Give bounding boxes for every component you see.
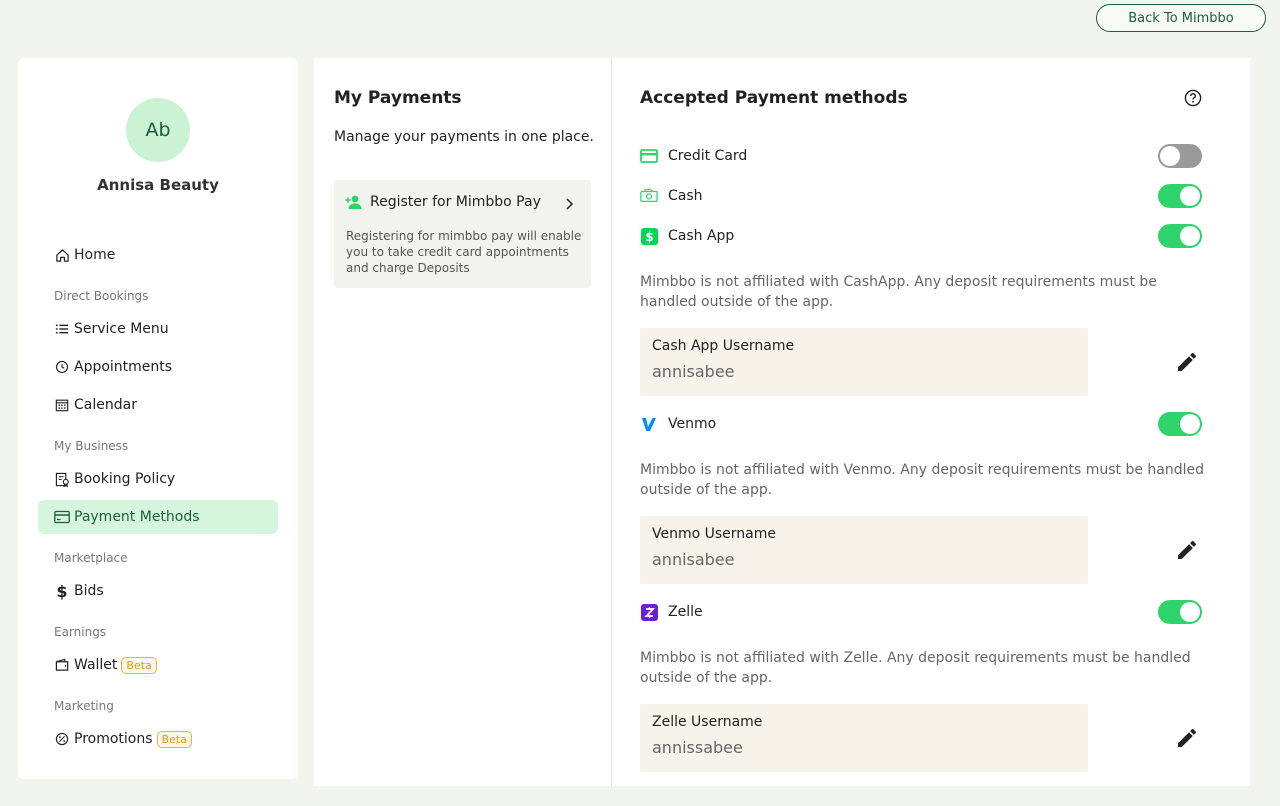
- sidebar-item-label: Service Menu: [74, 321, 169, 337]
- section-marketplace: Marketplace: [54, 551, 128, 565]
- clock-icon: [54, 359, 70, 375]
- cash-app-icon: $: [640, 227, 658, 245]
- credit-card-icon: [640, 147, 658, 165]
- venmo-username-field[interactable]: Venmo Username annisabee: [640, 516, 1088, 584]
- chevron-right-icon: [564, 196, 574, 215]
- business-name: Annisa Beauty: [97, 176, 219, 194]
- pencil-icon: [1178, 540, 1196, 559]
- sidebar-item-payment-methods[interactable]: Payment Methods: [38, 500, 278, 534]
- sidebar-item-bids[interactable]: $ Bids: [38, 574, 278, 608]
- venmo-icon: [640, 415, 658, 433]
- credit-card-icon: [54, 509, 70, 525]
- section-direct-bookings: Direct Bookings: [54, 289, 149, 303]
- register-mimbbo-pay-card[interactable]: Register for Mimbbo Pay Registering for …: [334, 180, 591, 288]
- cash-icon: [640, 187, 658, 205]
- section-marketing: Marketing: [54, 699, 114, 713]
- calendar-icon: [54, 397, 70, 413]
- pencil-icon: [1178, 352, 1196, 371]
- sidebar-item-label: Home: [74, 247, 116, 263]
- method-label: Cash: [668, 188, 703, 204]
- policy-document-icon: [54, 471, 70, 487]
- sidebar-item-wallet[interactable]: Wallet Beta: [38, 648, 278, 682]
- method-label: Zelle: [668, 604, 703, 620]
- sidebar-item-appointments[interactable]: Appointments: [38, 350, 278, 384]
- pencil-icon: [1178, 728, 1196, 747]
- accepted-methods-panel: Accepted Payment methods Credit Card Cas…: [612, 58, 1250, 786]
- register-title: Register for Mimbbo Pay: [370, 194, 541, 210]
- sidebar-item-label: Calendar: [74, 397, 137, 413]
- zelle-note: Mimbbo is not affiliated with Zelle. Any…: [640, 650, 1191, 686]
- discount-icon: [54, 731, 70, 747]
- sidebar-item-service-menu[interactable]: Service Menu: [38, 312, 278, 346]
- avatar: Ab: [126, 98, 190, 162]
- cash-app-note: Mimbbo is not affiliated with CashApp. A…: [640, 274, 1157, 310]
- beta-badge: Beta: [156, 730, 192, 748]
- method-row-cash-app: $ Cash App: [640, 224, 1202, 248]
- sidebar-item-home[interactable]: Home: [38, 238, 278, 272]
- venmo-toggle[interactable]: [1158, 412, 1202, 436]
- help-icon[interactable]: [1184, 89, 1202, 107]
- list-icon: [54, 321, 70, 337]
- method-row-cash: Cash: [640, 184, 1202, 208]
- section-my-business: My Business: [54, 439, 129, 453]
- method-label: Venmo: [668, 416, 717, 432]
- sidebar-item-label: Wallet: [74, 657, 118, 673]
- method-label: Cash App: [668, 228, 735, 244]
- edit-cash-app-button[interactable]: [1172, 347, 1202, 377]
- register-description: Registering for mimbbo pay will enable y…: [346, 229, 582, 275]
- cash-app-toggle[interactable]: [1158, 224, 1202, 248]
- page-subtitle: Manage your payments in one place.: [334, 129, 594, 145]
- svg-text:$: $: [645, 230, 653, 244]
- venmo-note: Mimbbo is not affiliated with Venmo. Any…: [640, 462, 1204, 498]
- method-row-zelle: Zelle: [640, 600, 1202, 624]
- sidebar-item-label: Appointments: [74, 359, 173, 375]
- method-row-venmo: Venmo: [640, 412, 1202, 436]
- sidebar-item-label: Promotions: [74, 731, 153, 747]
- edit-venmo-button[interactable]: [1172, 535, 1202, 565]
- cash-toggle[interactable]: [1158, 184, 1202, 208]
- section-title: Accepted Payment methods: [640, 88, 908, 108]
- zelle-icon: [640, 603, 658, 621]
- add-user-icon: [345, 194, 363, 212]
- dollar-icon: $: [56, 581, 68, 601]
- sidebar-item-label: Payment Methods: [74, 509, 200, 525]
- method-label: Credit Card: [668, 148, 748, 164]
- beta-badge: Beta: [121, 656, 157, 674]
- sidebar-item-promotions[interactable]: Promotions Beta: [38, 722, 278, 756]
- credit-card-toggle[interactable]: [1158, 144, 1202, 168]
- zelle-toggle[interactable]: [1158, 600, 1202, 624]
- edit-zelle-button[interactable]: [1172, 723, 1202, 753]
- section-earnings: Earnings: [54, 625, 107, 639]
- sidebar-item-label: Booking Policy: [74, 471, 176, 487]
- sidebar: Ab Annisa Beauty Home Direct Bookings Se…: [18, 58, 298, 779]
- sidebar-item-label: Bids: [74, 583, 104, 599]
- page-title: My Payments: [334, 88, 462, 108]
- field-value: annissabee: [652, 738, 743, 757]
- method-row-credit-card: Credit Card: [640, 144, 1202, 168]
- sidebar-item-booking-policy[interactable]: Booking Policy: [38, 462, 278, 496]
- wallet-icon: [54, 657, 70, 673]
- sidebar-item-calendar[interactable]: Calendar: [38, 388, 278, 422]
- home-icon: [54, 247, 70, 263]
- field-label: Cash App Username: [652, 338, 795, 354]
- zelle-username-field[interactable]: Zelle Username annissabee: [640, 704, 1088, 772]
- field-value: annisabee: [652, 550, 735, 569]
- field-value: annisabee: [652, 362, 735, 381]
- field-label: Zelle Username: [652, 714, 763, 730]
- cash-app-username-field[interactable]: Cash App Username annisabee: [640, 328, 1088, 396]
- my-payments-panel: My Payments Manage your payments in one …: [314, 58, 611, 786]
- back-to-mimbbo-button[interactable]: Back To Mimbbo: [1096, 4, 1266, 32]
- field-label: Venmo Username: [652, 526, 776, 542]
